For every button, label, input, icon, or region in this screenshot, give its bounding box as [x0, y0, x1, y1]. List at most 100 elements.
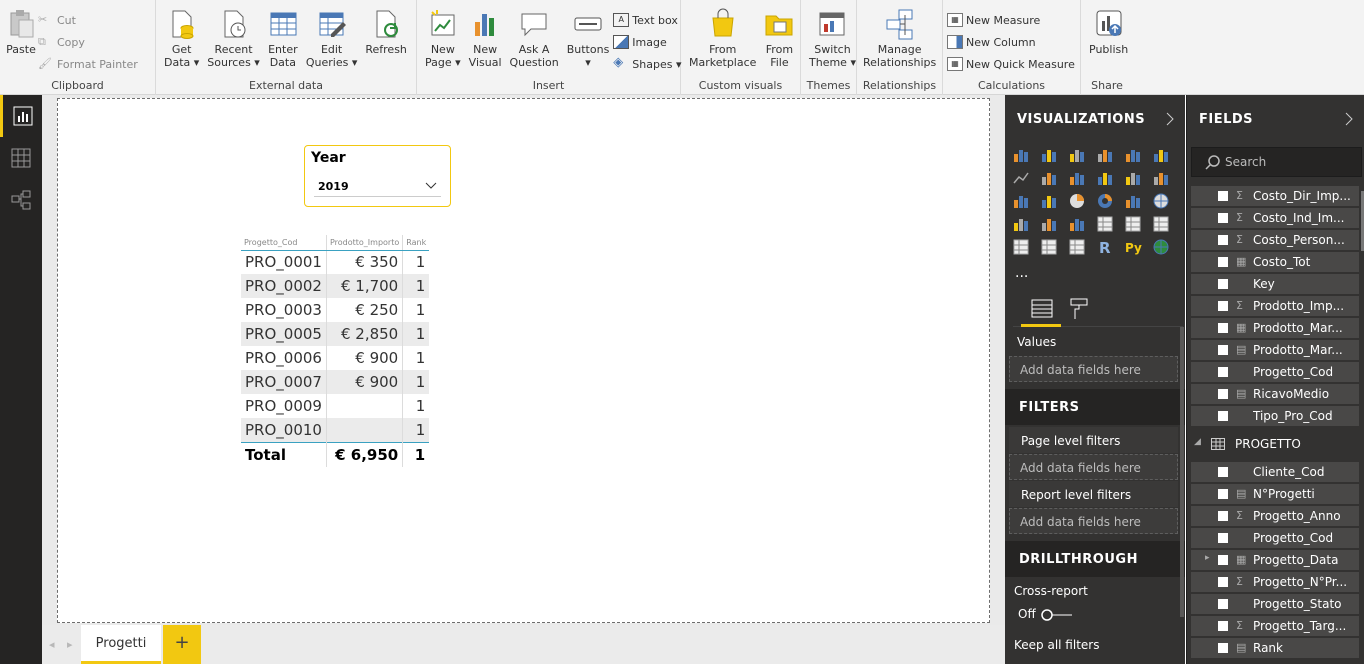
ask-question-button[interactable]: Ask A Question [506, 4, 563, 76]
map-visual-icon[interactable] [1153, 193, 1169, 209]
matrix-visual-icon[interactable] [1069, 239, 1085, 255]
format-painter-button[interactable]: 🖌 Format Painter [38, 53, 138, 75]
treemap-visual-icon[interactable] [1125, 193, 1141, 209]
field-checkbox[interactable] [1218, 577, 1228, 587]
expand-icon[interactable]: ▸ [1205, 553, 1210, 563]
add-page-button[interactable]: + [163, 625, 201, 664]
edit-queries-button[interactable]: Edit Queries ▾ [302, 4, 362, 76]
more-visuals-button[interactable]: ... [1015, 265, 1028, 281]
table-visual-icon[interactable] [1041, 239, 1057, 255]
field-item[interactable]: Progetto_Cod [1191, 528, 1359, 548]
filled-map-visual-icon[interactable] [1013, 216, 1029, 232]
pie-visual-icon[interactable] [1069, 193, 1085, 209]
field-item[interactable]: Σ Progetto_N°Pr... [1191, 572, 1359, 592]
table-row[interactable]: PRO_0009 1 [241, 394, 430, 418]
field-item[interactable]: Key [1191, 274, 1359, 294]
clustered-bar-visual-icon[interactable] [1069, 147, 1085, 163]
donut-visual-icon[interactable] [1097, 193, 1113, 209]
shapes-button[interactable]: ◈ Shapes ▾ [613, 53, 681, 75]
funnel-visual-icon[interactable] [1041, 216, 1057, 232]
table-row[interactable]: PRO_0007 € 900 1 [241, 370, 430, 394]
line-visual-icon[interactable] [1013, 170, 1029, 186]
fields-tab[interactable] [1021, 293, 1061, 327]
field-checkbox[interactable] [1218, 323, 1228, 333]
r-visual-visual-icon[interactable]: R [1097, 239, 1113, 257]
refresh-button[interactable]: Refresh [361, 4, 411, 76]
stacked-area-visual-icon[interactable] [1069, 170, 1085, 186]
field-item[interactable]: ▤ N°Progetti [1191, 484, 1359, 504]
field-checkbox[interactable] [1218, 235, 1228, 245]
fields-search-input[interactable]: Search [1191, 147, 1362, 177]
field-item[interactable]: Tipo_Pro_Cod [1191, 406, 1359, 426]
gauge-visual-icon[interactable] [1069, 216, 1085, 232]
column-header[interactable]: Progetto_Cod [241, 235, 327, 251]
from-marketplace-button[interactable]: From Marketplace [685, 4, 760, 76]
field-checkbox[interactable] [1218, 367, 1228, 377]
values-drop-zone[interactable]: Add data fields here [1009, 356, 1178, 382]
switch-theme-button[interactable]: Switch Theme ▾ [805, 4, 860, 76]
collapse-icon[interactable]: ◢ [1194, 437, 1201, 447]
slicer-dropdown[interactable]: 2019 [314, 175, 441, 197]
format-tab[interactable] [1069, 297, 1089, 324]
field-checkbox[interactable] [1218, 467, 1228, 477]
100-column-visual-icon[interactable] [1153, 147, 1169, 163]
scroll-right-icon[interactable]: ▸ [67, 638, 73, 651]
table-progetto[interactable]: ◢ PROGETTO [1191, 434, 1359, 454]
field-checkbox[interactable] [1218, 643, 1228, 653]
table-row[interactable]: PRO_0002 € 1,700 1 [241, 274, 430, 298]
scroll-left-icon[interactable]: ◂ [49, 638, 55, 651]
field-checkbox[interactable] [1218, 599, 1228, 609]
card-visual-icon[interactable] [1097, 216, 1113, 232]
field-checkbox[interactable] [1218, 301, 1228, 311]
table-row[interactable]: PRO_0010 1 [241, 418, 430, 442]
field-item[interactable]: Progetto_Cod [1191, 362, 1359, 382]
field-item[interactable]: Σ Prodotto_Imp... [1191, 296, 1359, 316]
field-checkbox[interactable] [1218, 621, 1228, 631]
line-clustered-visual-icon[interactable] [1125, 170, 1141, 186]
field-checkbox[interactable] [1218, 257, 1228, 267]
from-file-button[interactable]: From File [760, 4, 798, 76]
field-item[interactable]: Σ Progetto_Anno [1191, 506, 1359, 526]
year-slicer[interactable]: Year 2019 [304, 145, 451, 207]
tab-progetti[interactable]: Progetti [81, 625, 161, 664]
field-item[interactable]: Σ Costo_Ind_Im... [1191, 208, 1359, 228]
field-item[interactable]: ▦ Costo_Tot [1191, 252, 1359, 272]
area-visual-icon[interactable] [1041, 170, 1057, 186]
viz-scrollbar[interactable] [1180, 327, 1184, 617]
field-checkbox[interactable] [1218, 555, 1228, 565]
cross-report-toggle[interactable]: Off [1018, 607, 1074, 621]
field-item[interactable]: Σ Costo_Dir_Imp... [1191, 186, 1359, 206]
table-row[interactable]: PRO_0006 € 900 1 [241, 346, 430, 370]
table-row[interactable]: PRO_0003 € 250 1 [241, 298, 430, 322]
field-checkbox[interactable] [1218, 489, 1228, 499]
report-page[interactable]: Year 2019 Progetto_Cod Prodotto_Importo … [57, 98, 990, 623]
report-view-button[interactable] [0, 95, 42, 137]
new-page-button[interactable]: New Page ▾ [421, 4, 465, 76]
manage-relationships-button[interactable]: Manage Relationships [861, 4, 938, 76]
field-item[interactable]: ▸ ▦ Progetto_Data [1191, 550, 1359, 570]
field-item[interactable]: ▤ RicavoMedio [1191, 384, 1359, 404]
scatter-visual-icon[interactable] [1041, 193, 1057, 209]
field-checkbox[interactable] [1218, 345, 1228, 355]
column-header[interactable]: Rank [402, 235, 430, 251]
paste-button[interactable]: Paste [4, 4, 38, 76]
field-item[interactable]: ▦ Prodotto_Mar... [1191, 318, 1359, 338]
page-filters-drop-zone[interactable]: Add data fields here [1009, 454, 1178, 480]
ribbon-visual-icon[interactable] [1153, 170, 1169, 186]
table-row[interactable]: PRO_0005 € 2,850 1 [241, 322, 430, 346]
stacked-bar-visual-icon[interactable] [1013, 147, 1029, 163]
field-checkbox[interactable] [1218, 191, 1228, 201]
arcgis-visual-icon[interactable] [1153, 239, 1169, 255]
get-data-button[interactable]: Get Data ▾ [160, 4, 203, 76]
image-button[interactable]: Image [613, 31, 681, 53]
line-column-visual-icon[interactable] [1097, 170, 1113, 186]
new-measure-button[interactable]: ▦ New Measure [947, 9, 1075, 31]
clustered-column-visual-icon[interactable] [1097, 147, 1113, 163]
recent-sources-button[interactable]: Recent Sources ▾ [203, 4, 264, 76]
stacked-column-visual-icon[interactable] [1041, 147, 1057, 163]
copy-button[interactable]: ⧉ Copy [38, 31, 138, 53]
field-item[interactable]: Cliente_Cod [1191, 462, 1359, 482]
field-item[interactable]: Σ Costo_Person... [1191, 230, 1359, 250]
field-checkbox[interactable] [1218, 279, 1228, 289]
new-column-button[interactable]: New Column [947, 31, 1075, 53]
